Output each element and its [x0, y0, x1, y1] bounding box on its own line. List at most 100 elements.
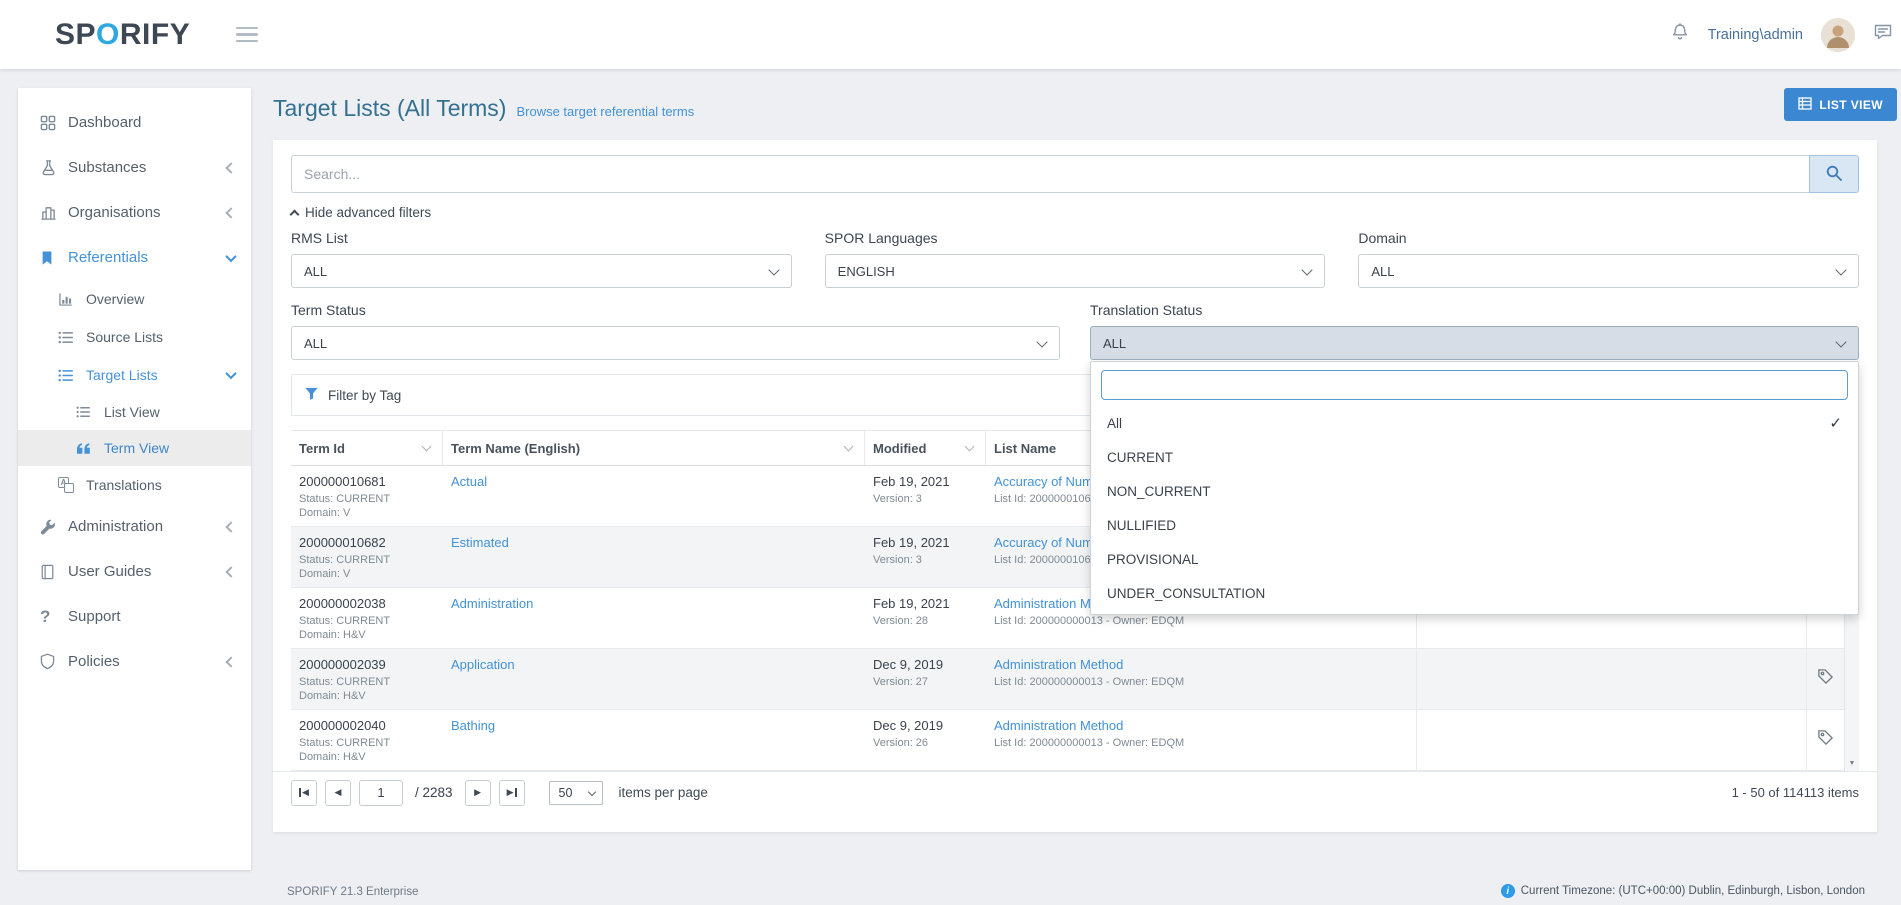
results-range-label: 1 - 50 of 114113 items	[1732, 785, 1859, 800]
scrollbar-down-arrow[interactable]: ▼	[1845, 755, 1859, 771]
shield-icon	[40, 653, 68, 670]
column-header-term-name[interactable]: Term Name (English)	[443, 431, 865, 465]
flask-icon	[40, 159, 68, 176]
rms-list-select[interactable]: ALL	[291, 254, 792, 288]
translation-status-value: ALL	[1103, 336, 1126, 351]
term-version: Version: 28	[873, 614, 980, 628]
domain-label: Domain	[1358, 230, 1859, 246]
term-id: 200000002038	[299, 595, 437, 612]
list-info: List Id: 200000000013 - Owner: EDQM	[994, 614, 1410, 628]
term-id: 200000010681	[299, 473, 437, 490]
sidebar-label: List View	[104, 404, 160, 420]
list-view-button[interactable]: LIST VIEW	[1784, 88, 1897, 121]
sidebar-item-dashboard[interactable]: Dashboard	[18, 100, 251, 145]
term-name-link[interactable]: Administration	[451, 595, 859, 612]
dropdown-option-non-current[interactable]: NON_CURRENT	[1091, 474, 1858, 508]
chevron-down-icon	[1036, 336, 1047, 347]
list-name-link[interactable]: Administration Method	[994, 717, 1410, 734]
page-size-select[interactable]: 50	[549, 781, 603, 805]
buildings-icon	[40, 204, 68, 221]
sidebar-item-translations[interactable]: A Translations	[18, 466, 251, 504]
domain-select[interactable]: ALL	[1358, 254, 1859, 288]
tag-icon[interactable]	[1817, 729, 1834, 751]
list-name-link[interactable]: Administration Method	[994, 656, 1410, 673]
first-page-button[interactable]: ◀	[291, 780, 317, 806]
search-button[interactable]	[1809, 155, 1859, 193]
term-name-link[interactable]: Estimated	[451, 534, 859, 551]
chevron-down-icon	[768, 264, 779, 275]
sidebar-label: Overview	[86, 291, 144, 307]
column-header-term-id[interactable]: Term Id	[291, 431, 443, 465]
sidebar-label: User Guides	[68, 563, 151, 580]
wrench-icon	[40, 519, 68, 535]
list-icon	[76, 406, 104, 418]
sidebar-item-overview[interactable]: Overview	[18, 280, 251, 318]
search-input[interactable]	[291, 155, 1809, 193]
rms-list-label: RMS List	[291, 230, 792, 246]
sidebar-label: Translations	[86, 477, 162, 493]
sidebar-label: Support	[68, 608, 121, 625]
timezone-label: Current Timezone: (UTC+00:00) Dublin, Ed…	[1521, 885, 1865, 897]
quote-icon	[76, 442, 104, 455]
list-info: List Id: 200000000013 - Owner: EDQM	[994, 675, 1410, 689]
tag-icon[interactable]	[1817, 668, 1834, 690]
hide-advanced-filters-toggle[interactable]: Hide advanced filters	[291, 205, 511, 220]
menu-toggle-icon[interactable]	[236, 27, 258, 43]
browse-terms-link[interactable]: Browse target referential terms	[516, 104, 694, 119]
spor-languages-select[interactable]: ENGLISH	[825, 254, 1326, 288]
sidebar-item-substances[interactable]: Substances	[18, 145, 251, 190]
sidebar-item-administration[interactable]: Administration	[18, 504, 251, 549]
dropdown-option-current[interactable]: CURRENT	[1091, 440, 1858, 474]
sidebar-item-source-lists[interactable]: Source Lists	[18, 318, 251, 356]
avatar[interactable]	[1821, 18, 1855, 52]
chevron-down-icon	[1302, 264, 1313, 275]
term-name-link[interactable]: Application	[451, 656, 859, 673]
dropdown-option-all[interactable]: All ✓	[1091, 406, 1858, 440]
sidebar-item-target-lists[interactable]: Target Lists	[18, 356, 251, 394]
dropdown-option-under-consultation[interactable]: UNDER_CONSULTATION	[1091, 576, 1858, 610]
top-header: SPORIFY Training\admin	[0, 0, 1901, 69]
dropdown-option-provisional[interactable]: PROVISIONAL	[1091, 542, 1858, 576]
column-header-modified[interactable]: Modified	[865, 431, 986, 465]
page-size-value: 50	[559, 786, 573, 800]
sidebar-item-term-view[interactable]: Term View	[18, 430, 251, 466]
dropdown-option-nullified[interactable]: NULLIFIED	[1091, 508, 1858, 542]
last-page-button[interactable]: ▶	[499, 780, 525, 806]
sidebar-item-referentials[interactable]: Referentials	[18, 235, 251, 280]
app-screen: SPORIFY Training\admin	[0, 0, 1901, 905]
term-name-link[interactable]: Actual	[451, 473, 859, 490]
sidebar-item-user-guides[interactable]: User Guides	[18, 549, 251, 594]
spor-languages-value: ENGLISH	[838, 264, 895, 279]
translation-status-select[interactable]: ALL	[1090, 326, 1859, 360]
next-page-button[interactable]: ▶	[465, 780, 491, 806]
page-number-input[interactable]	[359, 780, 403, 806]
sidebar-item-support[interactable]: ? Support	[18, 594, 251, 639]
feedback-bubble-icon[interactable]	[1873, 22, 1893, 47]
sidebar-item-list-view[interactable]: List View	[18, 394, 251, 430]
user-menu[interactable]: Training\admin	[1708, 27, 1803, 43]
modified-date: Dec 9, 2019	[873, 656, 980, 673]
term-id: 200000002039	[299, 656, 437, 673]
term-status: Status: CURRENT	[299, 614, 437, 628]
sidebar: Dashboard Substances Organisations	[18, 88, 251, 870]
term-id: 200000002040	[299, 717, 437, 734]
term-status: Status: CURRENT	[299, 675, 437, 689]
info-icon: i	[1501, 884, 1515, 898]
sidebar-item-policies[interactable]: Policies	[18, 639, 251, 684]
page-title: Target Lists (All Terms)	[273, 95, 506, 122]
pagination-bar: ◀ ◀ / 2283 ▶ ▶ 50 items per page 1 - 50 …	[273, 771, 1877, 813]
sidebar-label: Target Lists	[86, 367, 158, 383]
notifications-bell-icon[interactable]	[1670, 22, 1690, 47]
list-icon	[58, 331, 86, 344]
previous-page-button[interactable]: ◀	[325, 780, 351, 806]
logo-text-rify: RIFY	[120, 18, 190, 51]
sidebar-item-organisations[interactable]: Organisations	[18, 190, 251, 235]
term-status: Status: CURRENT	[299, 492, 437, 506]
funnel-icon	[304, 386, 319, 404]
term-name-link[interactable]: Bathing	[451, 717, 859, 734]
total-pages-label: / 2283	[415, 785, 453, 800]
logo-text-o: O	[96, 18, 120, 51]
question-icon: ?	[40, 607, 68, 627]
term-status-select[interactable]: ALL	[291, 326, 1060, 360]
dropdown-search-input[interactable]	[1101, 370, 1848, 400]
